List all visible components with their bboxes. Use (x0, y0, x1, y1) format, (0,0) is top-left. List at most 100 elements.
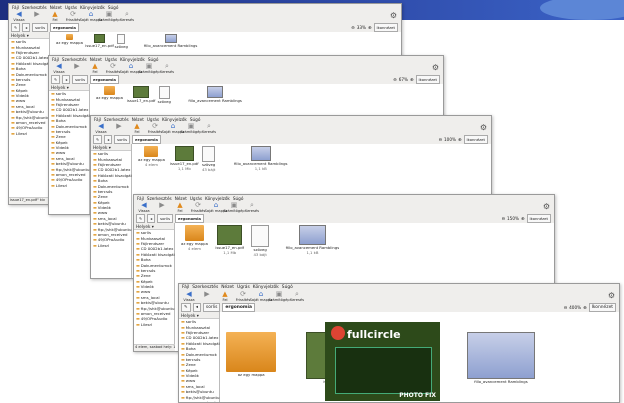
sidebar-item[interactable]: ▬ Hálózati kiszolgálók (49, 113, 94, 118)
sidebar-item[interactable]: ▬ Hálózati kiszolgálók (9, 61, 54, 66)
home-button[interactable]: ⌂ Saját mappa (162, 122, 185, 135)
file-item[interactable]: fillo_avancement Ramblings 1,1 kB (286, 225, 339, 255)
sidebar-item[interactable]: ▬ CD 0002b1.latex (91, 167, 131, 172)
sidebar-item[interactable]: ▬ amon_received (49, 172, 89, 177)
up-button[interactable]: ▲ Fel (129, 122, 145, 135)
forward-button[interactable]: ▶ (29, 10, 45, 23)
sidebar-header[interactable]: Helyek ▾ (49, 84, 89, 91)
path-button-current[interactable]: ergonomia (222, 303, 255, 312)
path-button-current[interactable]: ergonomia (50, 23, 79, 32)
zoom-in-icon[interactable]: ⊕ (458, 137, 462, 142)
sidebar-item[interactable]: ▬ CD 0002b1.latex (134, 246, 174, 251)
sidebar-item[interactable]: ▬ ftp://shk@ubuntu (49, 166, 90, 172)
forward-button[interactable]: ▶ (69, 62, 85, 75)
menu-item[interactable]: Könyvjelzők (205, 196, 230, 201)
view-selector[interactable]: Ikonnézet (373, 23, 398, 32)
sidebar-item[interactable]: ▬ bekis@ubuntu (49, 161, 89, 166)
menu-item[interactable]: Ugrás (237, 285, 250, 290)
zoom-in-icon[interactable]: ⊕ (521, 216, 525, 221)
reload-button[interactable]: ⟳ Frissítés (147, 122, 163, 135)
path-button-current[interactable]: ergonomia (90, 75, 119, 84)
path-left-arrow[interactable]: ◂ (104, 135, 113, 144)
menu-item[interactable]: Ugrás (147, 117, 159, 122)
menu-item[interactable]: Könyvjelzők (80, 5, 105, 10)
sidebar-item[interactable]: ▬ CD 0002b1.latex (49, 107, 89, 112)
reload-button[interactable]: ⟳ Frissítés (235, 290, 251, 303)
search-button[interactable]: ⌕ Keresés (244, 201, 260, 214)
sidebar-item[interactable]: ▬ ftp://shk@ubuntu (134, 305, 175, 311)
sidebar-item[interactable]: ▬ bekis@ubuntu (134, 300, 174, 305)
up-button[interactable]: ▲ Fel (217, 290, 233, 303)
computer-button[interactable]: ▣ Számítógép (268, 290, 289, 303)
menu-item[interactable]: Súgó (233, 196, 244, 201)
sidebar-item[interactable]: ▬ Lilesrl (91, 243, 131, 248)
forward-button[interactable]: ▶ (154, 201, 170, 214)
back-button[interactable]: ◀ Vissza (136, 201, 152, 214)
edit-location-button[interactable]: ✎ (136, 214, 146, 223)
sidebar-item[interactable]: ▬ Dokumentumok (134, 262, 174, 268)
sidebar-header[interactable]: Helyek ▾ (179, 312, 219, 319)
sidebar-item[interactable]: ▬ Hálózati kiszolgálók (134, 252, 179, 257)
search-button[interactable]: ⌕ Keresés (119, 10, 135, 23)
zoom-out-icon[interactable]: ⊖ (564, 305, 568, 310)
home-button[interactable]: ⌂ Saját mappa (120, 62, 143, 75)
path-button-home[interactable]: sorlis (114, 135, 131, 144)
file-item[interactable]: az egy mappa 4 elem (138, 146, 165, 167)
menu-item[interactable]: Nézet (175, 196, 187, 201)
search-button[interactable]: ⌕ Keresés (201, 122, 217, 135)
view-selector[interactable]: Ikonnézet (526, 214, 551, 223)
menu-item[interactable]: Súgó (148, 57, 159, 62)
edit-location-button[interactable]: ✎ (11, 23, 21, 32)
path-left-arrow[interactable]: ◂ (192, 303, 201, 312)
file-item[interactable]: szöveg 43 bájt (202, 146, 215, 172)
menu-item[interactable]: Ugrás (105, 57, 117, 62)
zoom-out-icon[interactable]: ⊖ (439, 137, 443, 142)
zoom-out-icon[interactable]: ⊖ (502, 216, 506, 221)
zoom-in-icon[interactable]: ⊕ (368, 25, 372, 30)
path-left-arrow[interactable]: ◂ (62, 75, 71, 84)
file-item[interactable]: issue17_en.pdf (85, 34, 114, 48)
edit-location-button[interactable]: ✎ (93, 135, 103, 144)
menu-item[interactable]: Szerkesztés (147, 196, 172, 201)
path-button-home[interactable]: sorlis (32, 23, 49, 32)
menu-item[interactable]: Ugrás (65, 5, 77, 10)
path-button-current[interactable]: ergonomia (132, 135, 161, 144)
sidebar-item[interactable]: ▬ amon_received (91, 232, 131, 237)
forward-button[interactable]: ▶ (199, 290, 215, 303)
path-button-home[interactable]: sorlis (202, 303, 221, 312)
path-button-home[interactable]: sorlis (72, 75, 89, 84)
menu-item[interactable]: Könyvjelzők (120, 57, 145, 62)
sidebar-item[interactable]: ▬ CD 0002b1.latex (9, 55, 49, 60)
file-item[interactable]: issue17_en.pdf 1,1 Mb (170, 146, 199, 171)
menu-item[interactable]: Súgó (190, 117, 201, 122)
sidebar-item[interactable]: ▬ Hálózati kiszolgálók (91, 173, 136, 178)
sidebar-item[interactable]: ▬ ftp://shk@ubuntu (179, 394, 220, 400)
reload-button[interactable]: ⟳ Frissítés (105, 62, 121, 75)
search-button[interactable]: ⌕ Keresés (159, 62, 175, 75)
file-item[interactable]: issue17_en.pdf 1,1 Mb (215, 225, 244, 255)
sidebar-item[interactable]: ▬ CD 0002b1.latex (179, 335, 219, 340)
back-button[interactable]: ◀ Vissza (181, 290, 197, 303)
file-item[interactable]: az egy mappa (56, 34, 83, 45)
menu-item[interactable]: Nézet (221, 285, 234, 290)
file-item[interactable]: szöveg 43 bájt (251, 225, 269, 257)
edit-location-button[interactable]: ✎ (181, 303, 191, 312)
home-button[interactable]: ⌂ Saját mappa (205, 201, 228, 214)
up-button[interactable]: ▲ Fel (172, 201, 188, 214)
reload-button[interactable]: ⟳ Frissítés (190, 201, 206, 214)
menu-item[interactable]: Fájl (94, 117, 101, 122)
menu-item[interactable]: Súgó (108, 5, 119, 10)
path-left-arrow[interactable]: ◂ (22, 23, 31, 32)
file-item[interactable]: issue17_en.pdf (127, 86, 155, 103)
sidebar-item[interactable]: ▬ Dokumentumok (91, 183, 131, 189)
view-selector[interactable]: Ikonnézet (463, 135, 488, 144)
menu-item[interactable]: Szerkesztés (104, 117, 129, 122)
sidebar-item[interactable]: ▬ Dokumentumok (9, 71, 49, 77)
sidebar-item[interactable]: ▬ Lilesrl (9, 131, 49, 136)
menu-item[interactable]: Szerkesztés (22, 5, 47, 10)
menu-item[interactable]: Szerkesztés (192, 285, 218, 290)
menu-item[interactable]: Könyvjelzők (253, 285, 279, 290)
zoom-in-icon[interactable]: ⊕ (583, 305, 587, 310)
sidebar-item[interactable]: ▬ amon_received (9, 120, 49, 125)
menu-item[interactable]: Nézet (50, 5, 62, 10)
